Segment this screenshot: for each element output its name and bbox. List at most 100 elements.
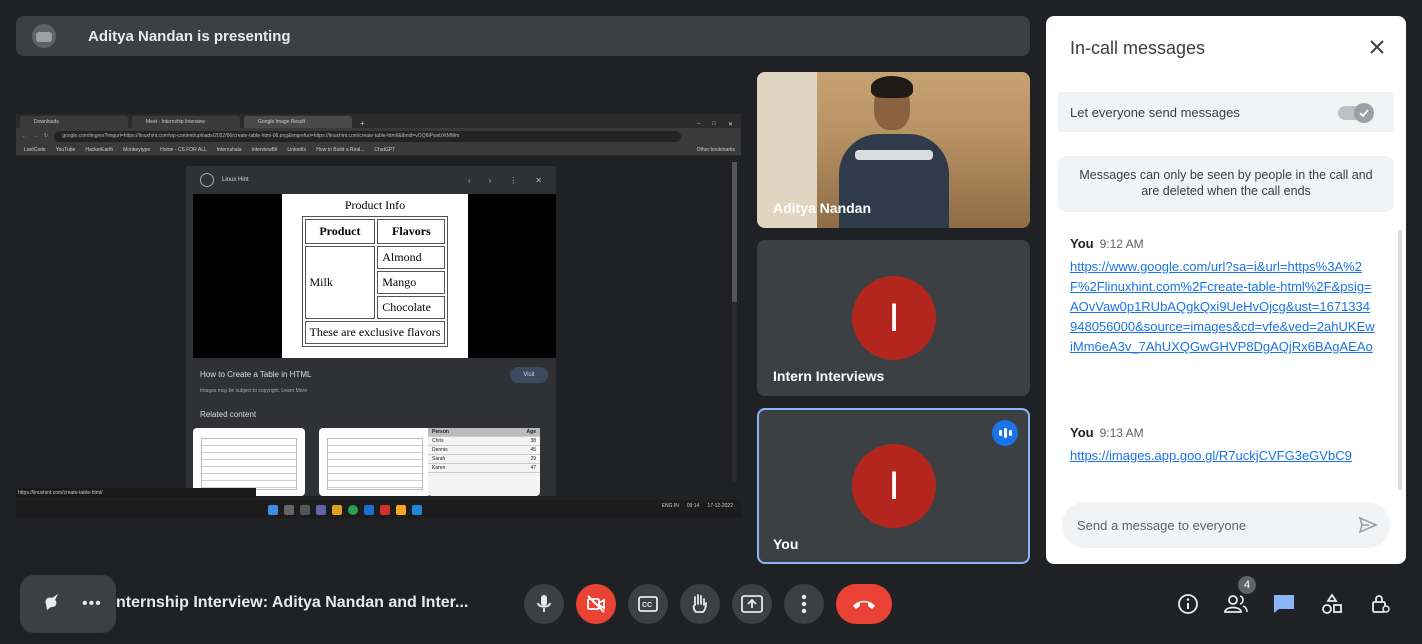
leave-call-button[interactable] <box>836 584 892 624</box>
presenting-bar: Aditya Nandan is presenting <box>16 16 1030 56</box>
forward-icon: → <box>33 133 38 139</box>
present-icon <box>741 595 763 613</box>
site-logo-icon <box>200 173 214 187</box>
message-sender: You <box>1070 425 1094 440</box>
teams-icon <box>316 505 326 515</box>
panel-title: In-call messages <box>1070 38 1206 58</box>
bookmark: LeetCode <box>24 146 46 153</box>
related-thumb <box>193 428 305 496</box>
flavors-header: Flavors <box>377 219 446 244</box>
taskbar-icons <box>268 505 422 515</box>
presenting-text: Aditya Nandan is presenting <box>88 27 291 45</box>
toggle-label: Let everyone send messages <box>1070 104 1240 120</box>
windows-taskbar: ENG IN 09:14 17-12-2022 <box>16 500 741 518</box>
svg-text:CC: CC <box>642 602 652 609</box>
camera-off-button[interactable] <box>576 584 616 624</box>
participant-name: Intern Interviews <box>773 368 885 384</box>
bookmark: LinkedIn <box>287 146 307 153</box>
new-tab-icon: + <box>360 119 365 128</box>
participant-tile-intern-interviews[interactable]: I Intern Interviews <box>757 240 1030 396</box>
flavor-cell: Almond <box>377 246 446 269</box>
browser-tab-active: Google Image Result <box>244 116 352 128</box>
flavor-cell: Mango <box>377 271 446 294</box>
bookmark: InterviewBit <box>251 146 278 153</box>
participant-tile-you[interactable]: I You <box>757 408 1030 564</box>
presenter-avatar <box>32 24 56 48</box>
camera-off-icon <box>587 595 605 613</box>
related-thumb: Person Age Chris 38 Dennis 45 Sarah 29 Karen… <box>428 428 540 496</box>
visit-button: Visit <box>510 367 548 383</box>
back-icon: ← <box>22 133 27 139</box>
store-icon <box>364 505 374 515</box>
related-thumb <box>319 428 431 496</box>
message-link[interactable]: https://www.google.com/url?sa=i&url=http… <box>1070 257 1376 357</box>
chrome-icon <box>348 505 358 515</box>
close-icon[interactable] <box>1362 32 1392 62</box>
bookmark: YouTube <box>55 146 76 153</box>
bookmark: Monkeytype <box>123 146 151 153</box>
image-nav: ‹ › ⋮ ✕ <box>467 175 542 185</box>
product-cell: Milk <box>304 246 376 319</box>
participant-tile-aditya[interactable]: Aditya Nandan <box>757 72 1030 228</box>
messages-notice: Messages can only be seen by people in t… <box>1058 156 1394 212</box>
tray-date: 17-12-2022 <box>707 503 733 509</box>
companion-icon[interactable] <box>40 590 64 619</box>
product-header: Product <box>304 219 376 244</box>
system-tray: ENG IN 09:14 17-12-2022 <box>662 503 733 509</box>
present-button[interactable] <box>732 584 772 624</box>
address-field: google.com/imgres?imgurl=https://linuxhi… <box>54 130 681 142</box>
image-result-panel: Linux Hint ‹ › ⋮ ✕ Product Info Product Fla… <box>186 166 556 496</box>
message-placeholder: Send a message to everyone <box>1077 517 1247 533</box>
check-icon <box>1354 103 1374 123</box>
shared-screen: Downloads Meet - Internship Interview Go… <box>16 114 741 518</box>
more-dots-icon[interactable]: ••• <box>82 595 102 613</box>
microphone-icon <box>537 595 551 612</box>
message-sender: You <box>1070 236 1094 251</box>
bookmarks-bar: LeetCode YouTube HackerEarth Monkeytype … <box>16 144 741 156</box>
other-bookmarks: Other bookmarks <box>696 146 735 153</box>
page-scrollbar <box>732 162 737 482</box>
captions-button[interactable]: CC <box>628 584 668 624</box>
chat-icon[interactable] <box>1270 590 1298 618</box>
send-messages-toggle[interactable] <box>1338 102 1374 123</box>
reload-icon: ↻ <box>44 133 49 139</box>
image-caption: How to Create a Table in HTML <box>200 370 312 379</box>
raise-hand-button[interactable] <box>680 584 720 624</box>
bookmark: HackerEarth <box>85 146 114 153</box>
chat-message: You 9:13 AM https://images.app.goo.gl/R7u… <box>1070 425 1382 466</box>
end-call-icon <box>853 600 875 609</box>
meeting-title: nternship Interview: Aditya Nandan and I… <box>116 594 469 611</box>
meeting-details-icon[interactable] <box>1174 590 1202 618</box>
send-messages-toggle-row: Let everyone send messages <box>1058 92 1394 132</box>
chat-message: You 9:12 AM https://www.google.com/url?sa… <box>1070 236 1382 357</box>
task-view-icon <box>300 505 310 515</box>
microphone-button[interactable] <box>524 584 564 624</box>
status-url: https://linuxhint.com/create-table-html/ <box>16 488 256 498</box>
host-controls-icon[interactable] <box>1366 590 1394 618</box>
in-call-messages-panel: In-call messages Let everyone send messa… <box>1046 16 1406 564</box>
more-vert-icon <box>801 594 807 614</box>
participant-name: You <box>773 536 799 552</box>
image-result-header: Linux Hint ‹ › ⋮ ✕ <box>186 166 556 194</box>
people-count-badge: 4 <box>1238 576 1256 594</box>
messages-scrollbar[interactable] <box>1398 230 1402 490</box>
more-options-button[interactable] <box>784 584 824 624</box>
table-footer: These are exclusive flavors <box>304 321 446 344</box>
bookmark: Home - CS FOR ALL <box>160 146 207 153</box>
activities-icon[interactable] <box>1318 590 1346 618</box>
vscode-icon <box>412 505 422 515</box>
sublime-icon <box>396 505 406 515</box>
send-icon[interactable] <box>1358 515 1378 538</box>
message-link[interactable]: https://images.app.goo.gl/R7uckjCVFG3eGV… <box>1070 446 1376 466</box>
bookmark: How to Build a Real... <box>316 146 365 153</box>
folder-icon <box>332 505 342 515</box>
message-time: 9:13 AM <box>1099 426 1144 440</box>
people-icon[interactable] <box>1222 590 1250 618</box>
message-input[interactable]: Send a message to everyone <box>1062 502 1390 548</box>
avatar: I <box>852 444 936 528</box>
tray-time: 09:14 <box>686 503 700 509</box>
activities-pill[interactable]: ••• <box>20 575 116 633</box>
taskbar-search-icon <box>284 505 294 515</box>
avatar: I <box>852 276 936 360</box>
speaking-indicator-icon <box>992 420 1018 446</box>
